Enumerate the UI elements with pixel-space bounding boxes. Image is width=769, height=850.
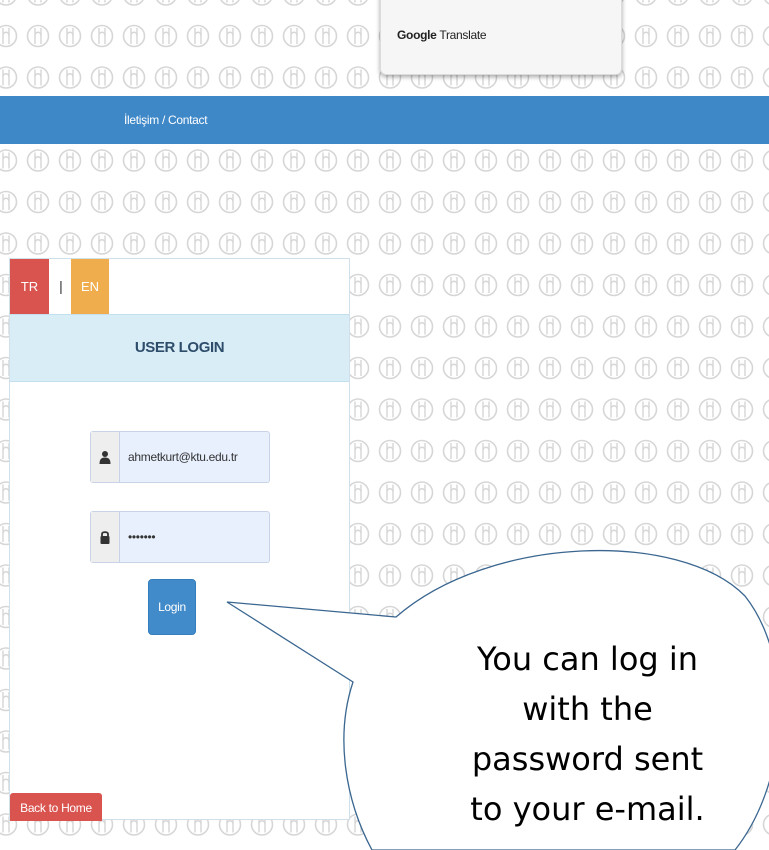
language-en-button[interactable]: EN	[71, 259, 109, 314]
back-to-home-button[interactable]: Back to Home	[10, 793, 102, 821]
callout-line-3: password sent	[471, 740, 704, 778]
language-separator: |	[59, 278, 63, 294]
language-tr-button[interactable]: TR	[10, 259, 49, 314]
user-icon	[91, 432, 120, 482]
lock-icon	[91, 512, 120, 562]
callout-text: You can log in with the password sent to…	[410, 634, 765, 834]
email-input-group	[90, 431, 270, 483]
google-brand-text: Google	[397, 28, 437, 42]
email-input[interactable]	[120, 432, 269, 482]
callout-line-4: to your e-mail.	[470, 790, 705, 828]
login-panel-heading: USER LOGIN	[10, 314, 349, 382]
top-navbar: İletişim / Contact	[0, 96, 769, 144]
password-input[interactable]	[120, 512, 269, 562]
callout-line-1: You can log in	[476, 640, 699, 678]
google-translate-widget[interactable]: Google Translate	[380, 0, 622, 75]
callout-line-2: with the	[522, 690, 653, 728]
password-input-group	[90, 511, 270, 563]
login-panel: TR | EN USER LOGIN Login Back to Home	[9, 258, 350, 821]
translate-text: Translate	[439, 28, 487, 42]
nav-link-contact[interactable]: İletişim / Contact	[124, 113, 208, 127]
login-title: USER LOGIN	[134, 339, 225, 356]
google-translate-label[interactable]: Google Translate	[397, 28, 487, 42]
login-button[interactable]: Login	[148, 579, 196, 635]
